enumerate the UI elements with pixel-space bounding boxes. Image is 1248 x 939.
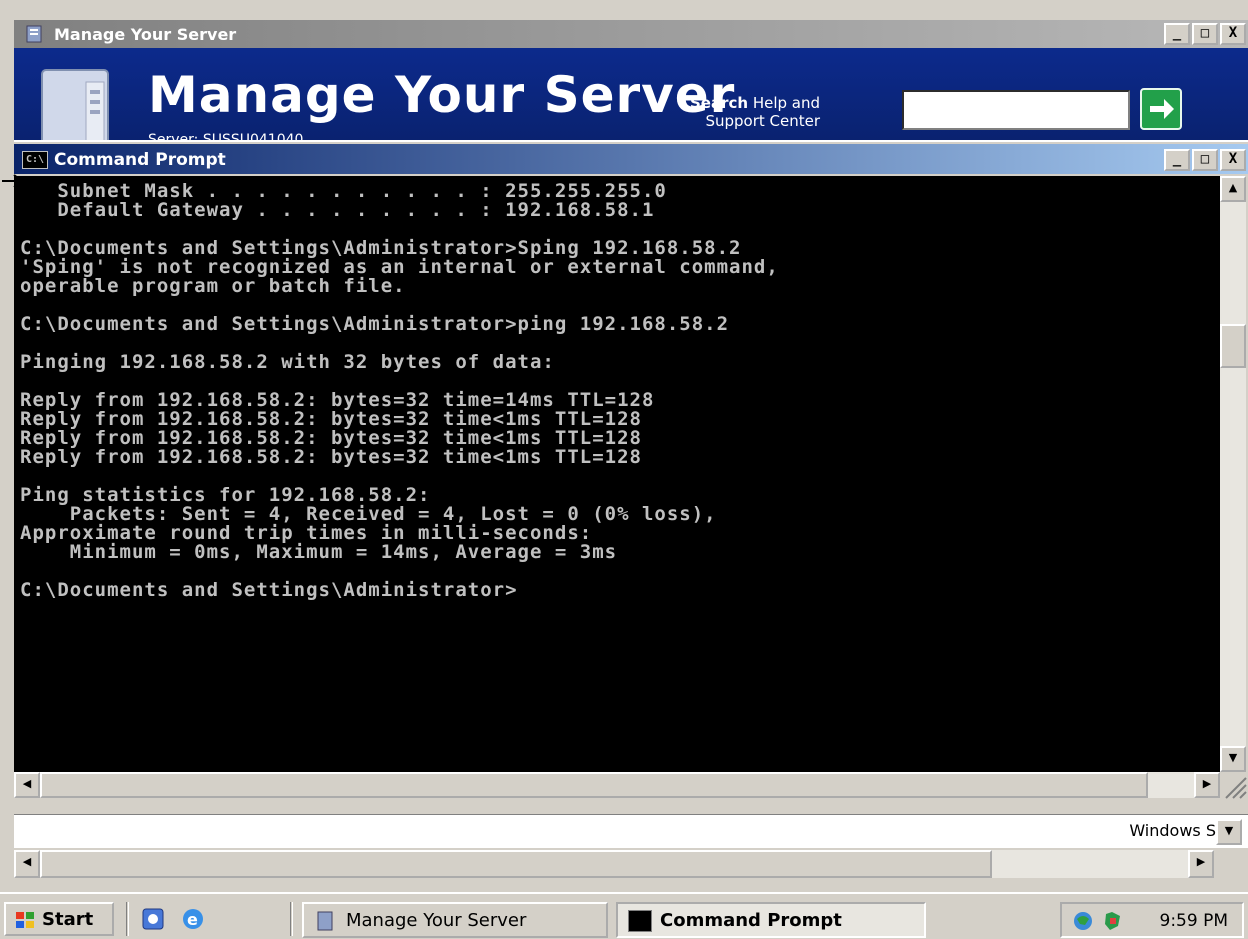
command-prompt-titlebar[interactable]: C:\ Command Prompt _ □ X [14, 144, 1248, 174]
manage-server-lower-pane: Windows S ▼ [14, 814, 1248, 848]
close-button[interactable]: X [1220, 149, 1246, 171]
task-command-prompt[interactable]: Command Prompt [616, 902, 926, 938]
server-app-icon [317, 911, 333, 931]
maximize-button[interactable]: □ [1192, 23, 1218, 45]
server-app-icon [26, 25, 42, 43]
cmd-icon [628, 910, 652, 932]
manage-server-window-controls: _ □ X [1164, 23, 1246, 45]
quicklaunch-icon[interactable] [140, 906, 166, 932]
console-text: Subnet Mask . . . . . . . . . . . : 255.… [20, 182, 779, 600]
resize-grip-icon [1225, 777, 1247, 799]
desktop: Manage Your Server _ □ X Manage Your Ser… [0, 0, 1248, 939]
cmd-icon: C:\ [22, 151, 48, 169]
server-name-text: Server: SUSSU041040 [148, 132, 304, 140]
search-go-button[interactable] [1140, 88, 1182, 130]
maximize-button[interactable]: □ [1192, 149, 1218, 171]
console-line: Reply from 192.168.58.2: bytes=32 time<1… [20, 446, 642, 468]
resize-grip[interactable] [1220, 772, 1248, 800]
scroll-down-button[interactable]: ▼ [1220, 746, 1246, 772]
arrow-right-icon [1150, 99, 1174, 119]
system-tray: 9:59 PM [1060, 902, 1244, 938]
svg-text:e: e [187, 910, 198, 929]
search-label-line2: Support Center [705, 112, 821, 130]
command-prompt-window: C:\ Command Prompt _ □ X Subnet Mask . .… [14, 140, 1248, 822]
console-line: Minimum = 0ms, Maximum = 14ms, Average =… [69, 541, 618, 563]
search-input[interactable] [902, 90, 1130, 130]
console-line: operable program or batch file. [20, 275, 406, 297]
horizontal-scrollbar[interactable]: ◀ ▶ [14, 772, 1220, 798]
ie-icon[interactable]: e [180, 906, 206, 932]
minimize-button[interactable]: _ [1164, 149, 1190, 171]
close-button[interactable]: X [1220, 23, 1246, 45]
page-title: Manage Your Server [148, 66, 736, 124]
network-tray-icon[interactable] [1072, 910, 1094, 932]
manage-server-title: Manage Your Server [54, 25, 237, 44]
vertical-scrollbar[interactable]: ▲ ▼ [1220, 176, 1246, 772]
horizontal-scroll-thumb[interactable] [40, 772, 1148, 798]
command-prompt-title: Command Prompt [54, 150, 226, 170]
clock: 9:59 PM [1159, 911, 1229, 931]
manage-server-banner: Manage Your Server Server: SUSSU041040 S… [14, 48, 1248, 140]
task-label: Manage Your Server [346, 910, 527, 931]
console-line: Default Gateway . . . . . . . . . : 192.… [57, 199, 655, 221]
taskbar: Start e Manage Your Server Command Promp… [0, 892, 1248, 939]
console-output[interactable]: Subnet Mask . . . . . . . . . . . : 255.… [14, 176, 1220, 772]
scroll-right-button[interactable]: ▶ [1194, 772, 1220, 798]
security-tray-icon[interactable] [1102, 910, 1124, 932]
console-line: C:\Documents and Settings\Administrator>… [20, 313, 730, 335]
search-label-bold: Search [690, 94, 749, 112]
lower-horizontal-scrollbar[interactable]: ◀ ▶ [14, 850, 1214, 878]
search-help-label: Search Help and Support Center [690, 94, 820, 130]
task-manage-your-server[interactable]: Manage Your Server [302, 902, 608, 938]
lower-scroll-thumb[interactable] [40, 850, 992, 878]
console-line: Pinging 192.168.58.2 with 32 bytes of da… [20, 351, 555, 373]
windows-flag-icon [16, 912, 34, 928]
start-button[interactable]: Start [4, 902, 114, 936]
manage-server-titlebar[interactable]: Manage Your Server _ □ X [14, 20, 1248, 48]
server-icon [41, 69, 109, 140]
scroll-left-button[interactable]: ◀ [14, 850, 40, 878]
search-label-rest: Help and [748, 94, 821, 112]
task-label: Command Prompt [660, 910, 842, 931]
taskbar-separator [126, 902, 129, 936]
windows-text: Windows S [1129, 821, 1216, 840]
cmd-window-controls: _ □ X [1164, 149, 1246, 171]
scroll-left-button[interactable]: ◀ [14, 772, 40, 798]
dropdown-button[interactable]: ▼ [1216, 819, 1242, 845]
taskbar-separator [290, 902, 293, 936]
scroll-up-button[interactable]: ▲ [1220, 176, 1246, 202]
start-label: Start [42, 909, 94, 930]
minimize-button[interactable]: _ [1164, 23, 1190, 45]
vertical-scroll-thumb[interactable] [1220, 324, 1246, 368]
mouse-cursor-icon [2, 174, 24, 188]
console-line: C:\Documents and Settings\Administrator> [20, 579, 518, 601]
scroll-right-button[interactable]: ▶ [1188, 850, 1214, 878]
